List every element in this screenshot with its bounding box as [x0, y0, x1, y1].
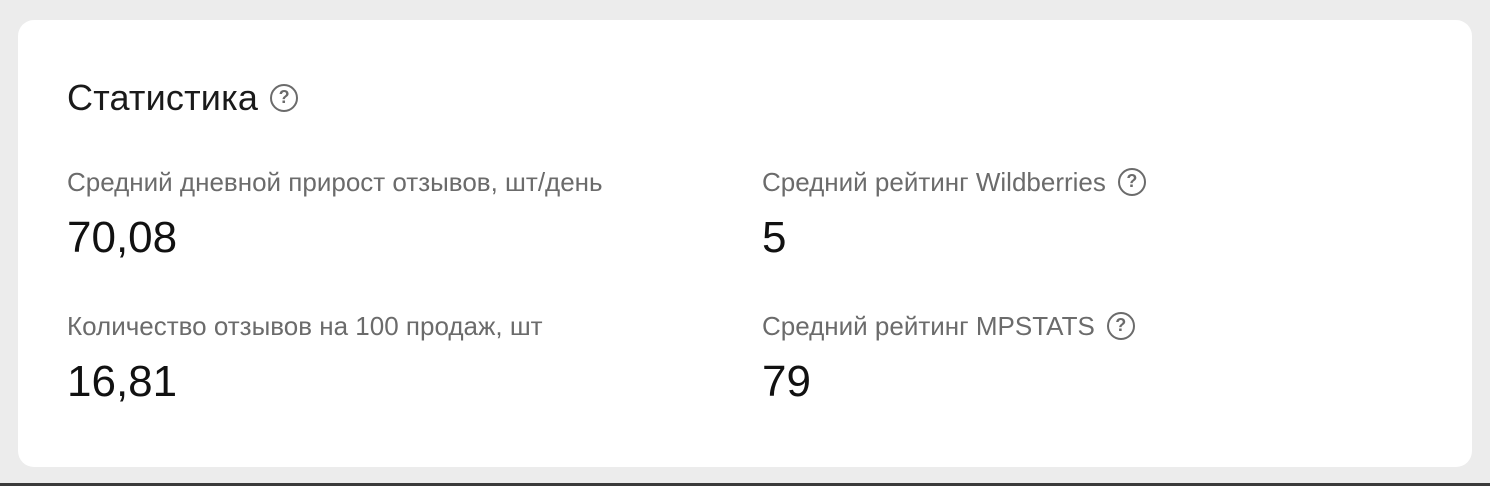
stat-reviews-per-100-sales: Количество отзывов на 100 продаж, шт 16,…	[67, 310, 543, 406]
question-circle-icon[interactable]: ?	[1117, 168, 1146, 196]
stat-label: Средний рейтинг Wildberries	[762, 166, 1106, 197]
stat-label: Средний рейтинг MPSTATS	[762, 310, 1095, 341]
stat-value: 70,08	[67, 213, 178, 262]
stat-label: Средний дневной прирост отзывов, шт/день	[67, 166, 603, 197]
stat-value: 79	[762, 357, 811, 406]
statistics-card: Статистика ? Средний дневной прирост отз…	[18, 20, 1472, 467]
card-header: Статистика ?	[67, 77, 299, 118]
stat-value: 16,81	[67, 357, 178, 406]
question-circle-icon[interactable]: ?	[270, 84, 299, 112]
stat-wildberries-rating: Средний рейтинг Wildberries ? 5	[762, 166, 1146, 262]
stat-value: 5	[762, 213, 787, 262]
stat-label: Количество отзывов на 100 продаж, шт	[67, 310, 543, 341]
question-circle-icon[interactable]: ?	[1106, 312, 1135, 340]
stat-mpstats-rating: Средний рейтинг MPSTATS ? 79	[762, 310, 1135, 406]
stat-daily-review-growth: Средний дневной прирост отзывов, шт/день…	[67, 166, 603, 262]
card-title: Статистика	[67, 77, 259, 118]
